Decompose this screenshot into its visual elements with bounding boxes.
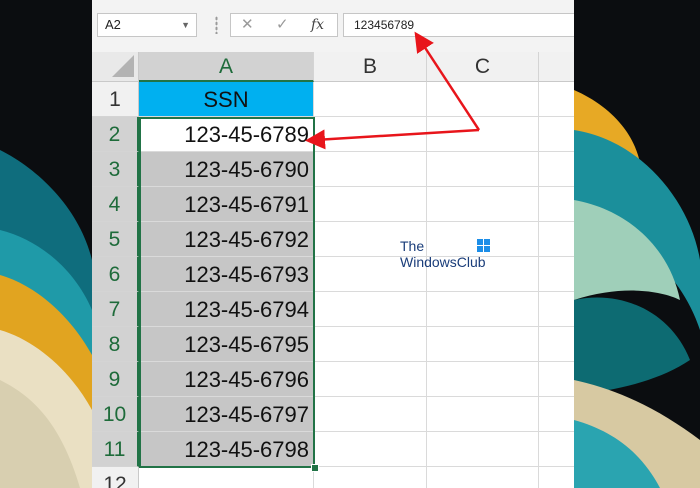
annotation-arrows	[305, 31, 481, 150]
arrow-to-formula-bar	[414, 31, 481, 131]
arrow-to-cell-a2	[305, 128, 480, 150]
